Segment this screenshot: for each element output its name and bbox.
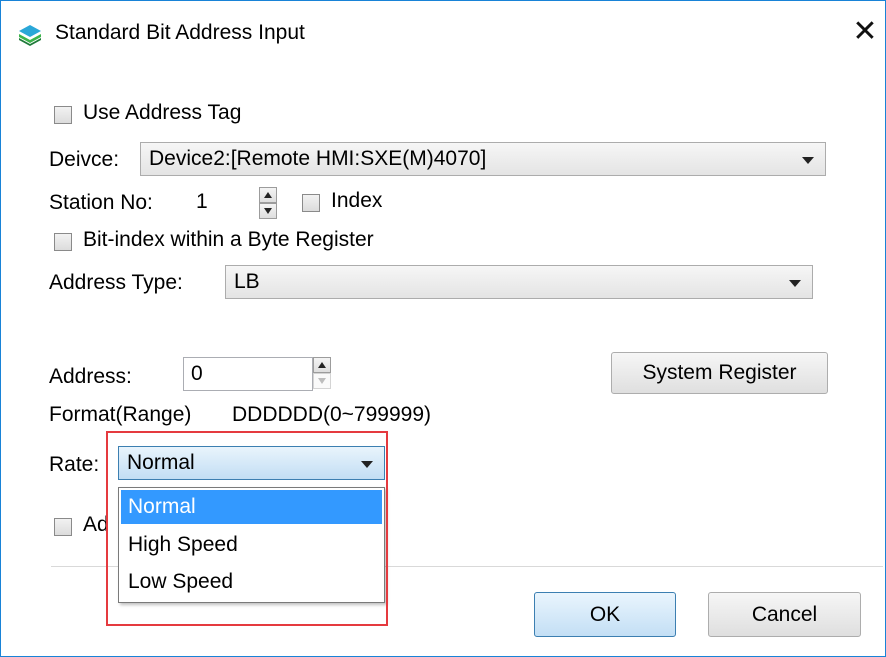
address-type-value: LB [234,270,260,293]
index-checkbox[interactable] [302,194,320,212]
spin-down-button[interactable] [313,373,331,389]
address-type-select[interactable]: LB [225,265,813,299]
address-value: 0 [191,362,203,385]
station-no-spinner[interactable] [259,187,277,219]
dialog-title: Standard Bit Address Input [55,21,305,44]
address-label: Address: [49,365,132,388]
ok-button[interactable]: OK [534,592,676,637]
address-spinner[interactable] [313,357,331,389]
spin-down-button[interactable] [259,203,277,219]
format-value: DDDDDD(0~799999) [232,403,431,426]
arrow-up-icon [264,192,272,198]
device-label: Deivce: [49,148,120,171]
index-label: Index [331,189,383,212]
spin-up-button[interactable] [259,187,277,203]
station-no-label: Station No: [49,191,153,214]
partial-checkbox[interactable] [54,518,72,536]
arrow-up-icon [318,362,326,368]
cancel-button[interactable]: Cancel [708,592,861,637]
spin-up-button[interactable] [313,357,331,373]
device-select-value: Device2:[Remote HMI:SXE(M)4070] [149,147,487,170]
rate-label: Rate: [49,453,100,476]
bit-index-label: Bit-index within a Byte Register [83,228,374,251]
highlight-box [106,431,388,626]
device-select[interactable]: Device2:[Remote HMI:SXE(M)4070] [140,142,826,176]
address-input[interactable]: 0 [183,357,313,391]
station-no-value: 1 [196,190,208,213]
station-no-input[interactable]: 1 [188,185,258,219]
partial-checkbox-label: Ad [83,513,109,536]
system-register-button[interactable]: System Register [611,352,828,394]
app-layers-icon [19,25,41,46]
arrow-down-icon [264,208,272,214]
use-address-tag-label: Use Address Tag [83,101,242,124]
close-icon[interactable]: ✕ [847,14,883,50]
chevron-down-icon [802,157,814,164]
use-address-tag-checkbox[interactable] [54,106,72,124]
address-type-label: Address Type: [49,271,183,294]
bit-index-checkbox[interactable] [54,233,72,251]
chevron-down-icon [789,280,801,287]
format-label: Format(Range) [49,403,192,426]
arrow-down-icon [318,378,326,384]
title-bar: Standard Bit Address Input ✕ [1,1,885,71]
standard-bit-address-dialog: Standard Bit Address Input ✕ Use Address… [0,0,886,657]
